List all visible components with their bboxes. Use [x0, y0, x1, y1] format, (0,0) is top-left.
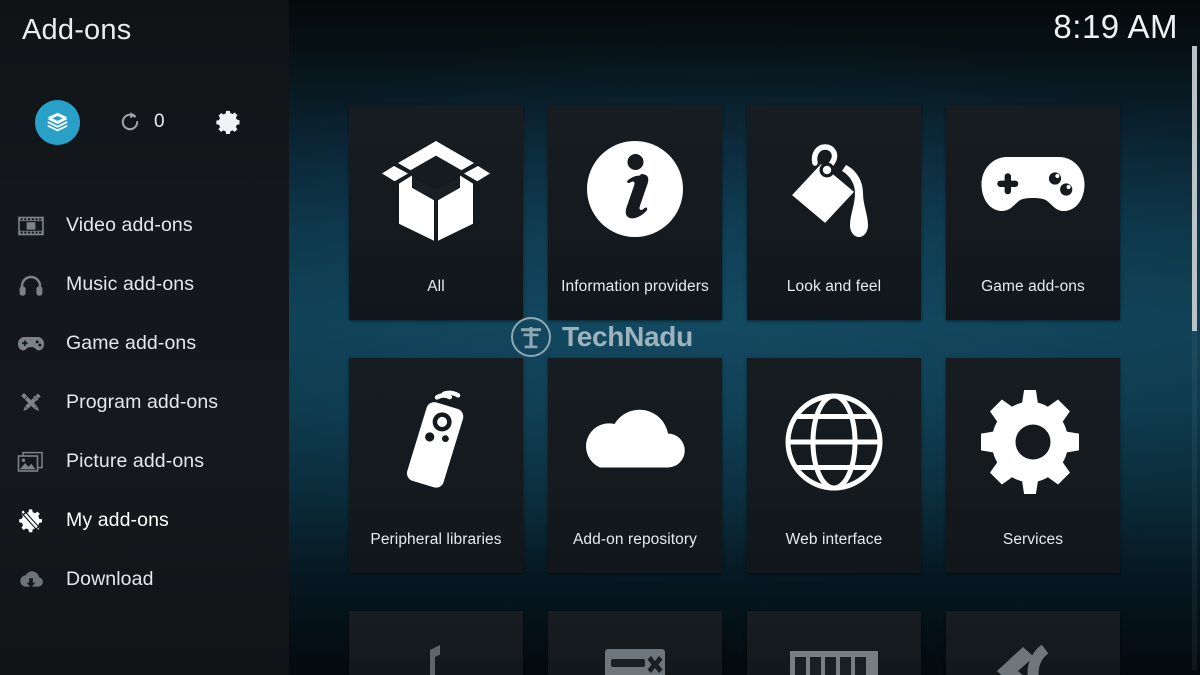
tile-label: Information providers: [561, 278, 709, 295]
sidebar-item-label: Video add-ons: [66, 214, 193, 236]
tile-partial-4[interactable]: [946, 611, 1120, 675]
window-close-icon: [548, 645, 722, 675]
tile-label: Look and feel: [786, 278, 882, 295]
tile-peripheral-libraries[interactable]: Peripheral libraries: [349, 358, 523, 573]
tile-partial-3[interactable]: [747, 611, 921, 675]
sidebar-item-video-add-ons[interactable]: Video add-ons: [0, 196, 289, 255]
tile-partial-2[interactable]: [548, 611, 722, 675]
tile-label: All: [427, 278, 445, 295]
sidebar-nav: Video add-ons Music add-ons Game add-ons…: [0, 196, 289, 609]
tools-icon: [14, 388, 48, 418]
tile-add-on-repository[interactable]: Add-on repository: [548, 358, 722, 573]
grid-row-partial: [349, 611, 1120, 675]
gamepad-icon: [14, 329, 48, 359]
gear-icon: [946, 358, 1120, 526]
refresh-button[interactable]: 0: [118, 98, 165, 146]
tile-information-providers[interactable]: Information providers: [548, 105, 722, 320]
gear-wrench-icon: [14, 506, 48, 536]
settings-button[interactable]: [215, 98, 243, 146]
tile-all[interactable]: All: [349, 105, 523, 320]
addon-category-grid: All Information providers Look and feel …: [349, 105, 1120, 675]
filmstrip-icon: [747, 645, 921, 675]
sidebar-item-music-add-ons[interactable]: Music add-ons: [0, 255, 289, 314]
tile-web-interface[interactable]: Web interface: [747, 358, 921, 573]
tile-label: Peripheral libraries: [370, 531, 502, 548]
filmstrip-icon: [14, 211, 48, 241]
refresh-count: 0: [154, 111, 165, 132]
tile-game-add-ons[interactable]: Game add-ons: [946, 105, 1120, 320]
gear-icon: [216, 110, 240, 135]
sidebar-item-program-add-ons[interactable]: Program add-ons: [0, 373, 289, 432]
headphones-icon: [14, 270, 48, 300]
info-circle-icon: [548, 105, 722, 273]
picture-icon: [14, 447, 48, 477]
sidebar-item-label: Picture add-ons: [66, 450, 205, 472]
tile-label: Add-on repository: [572, 531, 698, 548]
sidebar: Add-ons 0 Video add-ons Music add-ons Ga…: [0, 0, 289, 675]
tile-look-and-feel[interactable]: Look and feel: [747, 105, 921, 320]
music-note-icon: [349, 645, 523, 675]
subtitle-icon: [946, 645, 1120, 675]
clock: 8:19 AM: [1053, 8, 1178, 45]
sidebar-item-picture-add-ons[interactable]: Picture add-ons: [0, 432, 289, 491]
refresh-icon: [121, 112, 139, 131]
sidebar-item-label: Music add-ons: [66, 273, 195, 295]
tile-label: Services: [1002, 531, 1064, 548]
grid-row: Peripheral libraries Add-on repository W…: [349, 358, 1120, 573]
page-title: Add-ons: [22, 14, 132, 46]
watermark: TechNadu: [510, 316, 693, 358]
scrollbar-thumb[interactable]: [1192, 46, 1197, 331]
globe-icon: [747, 358, 921, 526]
addons-badge: [35, 99, 80, 145]
watermark-text: TechNadu: [562, 321, 693, 352]
sidebar-item-game-add-ons[interactable]: Game add-ons: [0, 314, 289, 373]
cloud-icon: [548, 358, 722, 526]
paint-tag-icon: [747, 105, 921, 273]
grid-row: All Information providers Look and feel …: [349, 105, 1120, 320]
gamepad-icon: [946, 105, 1120, 273]
sidebar-item-label: Program add-ons: [66, 391, 219, 413]
addons-button[interactable]: [35, 98, 80, 146]
technadu-logo-icon: [511, 317, 551, 357]
tile-partial-1[interactable]: [349, 611, 523, 675]
sidebar-item-label: Download: [66, 568, 154, 590]
tile-services[interactable]: Services: [946, 358, 1120, 573]
tile-label: Game add-ons: [981, 278, 1085, 295]
sidebar-item-download[interactable]: Download: [0, 550, 289, 609]
remote-control-icon: [349, 358, 523, 526]
cloud-download-icon: [14, 565, 48, 595]
sidebar-item-label: My add-ons: [66, 509, 169, 531]
open-box-icon: [349, 105, 523, 273]
sidebar-item-my-add-ons[interactable]: My add-ons: [0, 491, 289, 550]
sidebar-icon-bar: 0: [0, 98, 289, 146]
sidebar-item-label: Game add-ons: [66, 332, 197, 354]
box-icon: [47, 112, 68, 131]
tile-label: Web interface: [785, 531, 883, 548]
